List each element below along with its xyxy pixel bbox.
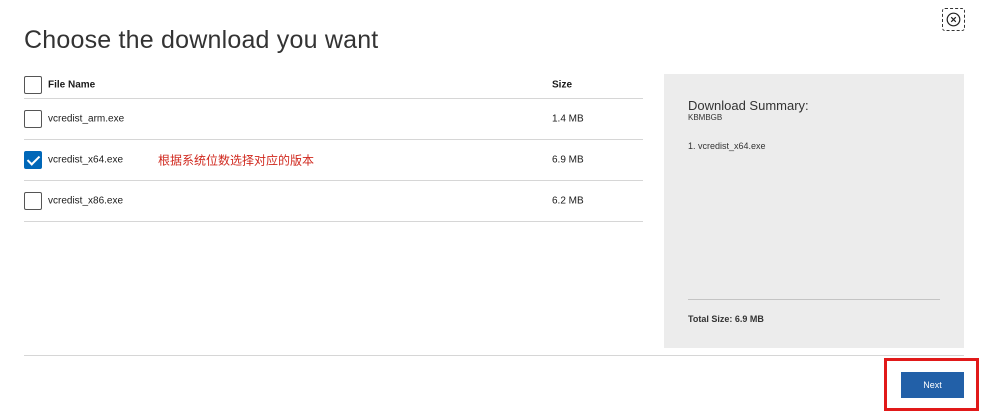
file-name: vcredist_x86.exe bbox=[48, 195, 124, 207]
table-row[interactable]: vcredist_x86.exe 6.2 MB bbox=[24, 181, 643, 222]
file-size: 6.9 MB bbox=[552, 154, 584, 166]
file-name: vcredist_arm.exe bbox=[48, 113, 125, 125]
annotation-text: 根据系统位数选择对应的版本 bbox=[158, 153, 315, 168]
column-header-file-name: File Name bbox=[48, 79, 96, 91]
table-row[interactable]: vcredist_x64.exe 根据系统位数选择对应的版本 6.9 MB bbox=[24, 140, 643, 181]
file-table: File Name Size vcredist_arm.exe 1.4 MB v… bbox=[24, 72, 643, 222]
file-checkbox-x64[interactable] bbox=[24, 151, 42, 169]
file-checkbox-arm[interactable] bbox=[24, 110, 42, 128]
divider bbox=[688, 299, 940, 300]
select-all-checkbox[interactable] bbox=[24, 76, 42, 94]
close-button[interactable] bbox=[942, 8, 965, 31]
summary-item: 1. vcredist_x64.exe bbox=[688, 141, 766, 151]
file-checkbox-x86[interactable] bbox=[24, 192, 42, 210]
total-size: Total Size: 6.9 MB bbox=[688, 314, 764, 324]
file-size: 1.4 MB bbox=[552, 113, 584, 125]
close-icon bbox=[946, 12, 961, 27]
table-row[interactable]: vcredist_arm.exe 1.4 MB bbox=[24, 99, 643, 140]
page-title: Choose the download you want bbox=[24, 26, 379, 54]
next-button[interactable]: Next bbox=[901, 372, 964, 398]
table-header: File Name Size bbox=[24, 72, 643, 99]
summary-title: Download Summary: bbox=[688, 98, 809, 113]
divider bbox=[24, 355, 964, 356]
download-summary-panel: Download Summary: KBMBGB 1. vcredist_x64… bbox=[664, 74, 964, 348]
file-size: 6.2 MB bbox=[552, 195, 584, 207]
column-header-size: Size bbox=[552, 79, 573, 91]
summary-subtitle: KBMBGB bbox=[688, 113, 723, 122]
file-name: vcredist_x64.exe bbox=[48, 154, 124, 166]
download-dialog: Choose the download you want File Name S… bbox=[0, 0, 984, 413]
